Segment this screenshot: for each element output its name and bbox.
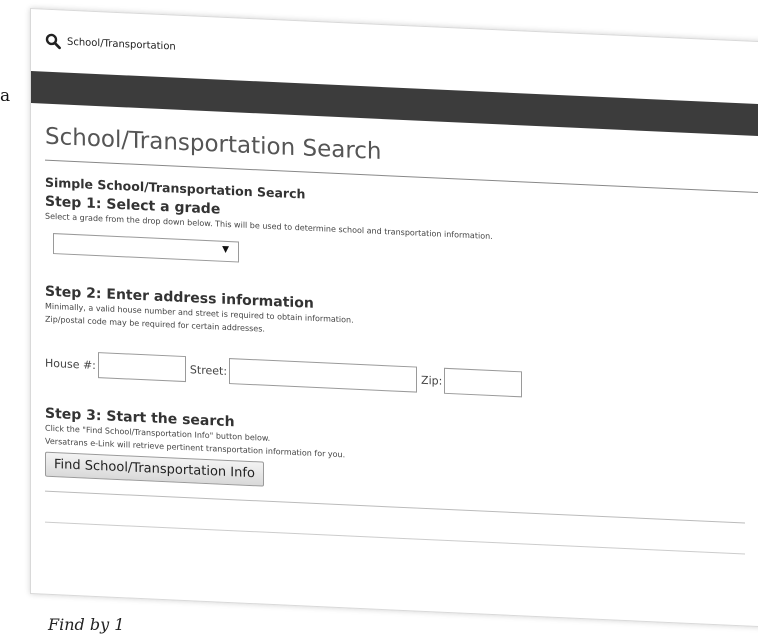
street-label: Street: <box>189 362 228 378</box>
main-content: School/Transportation Search Simple Scho… <box>31 123 758 557</box>
stage: School/Transportation School/Transportat… <box>0 0 758 634</box>
address-row: House #: Street: Zip: <box>45 350 758 410</box>
house-label: House #: <box>45 356 96 372</box>
house-number-input[interactable] <box>97 352 186 383</box>
app-title-wrap[interactable]: School/Transportation <box>45 33 176 55</box>
search-panel: School/Transportation School/Transportat… <box>30 8 758 630</box>
app-title: School/Transportation <box>67 36 176 53</box>
chevron-down-icon: ▼ <box>222 244 229 256</box>
find-school-transportation-button[interactable]: Find School/Transportation Info <box>45 451 264 487</box>
zip-input[interactable] <box>444 367 523 398</box>
divider <box>45 490 745 524</box>
search-icon <box>45 33 61 50</box>
footer-divider <box>45 521 745 555</box>
street-input[interactable] <box>229 358 418 393</box>
zip-label: Zip: <box>421 373 443 388</box>
grade-select[interactable]: ▼ <box>53 233 239 263</box>
